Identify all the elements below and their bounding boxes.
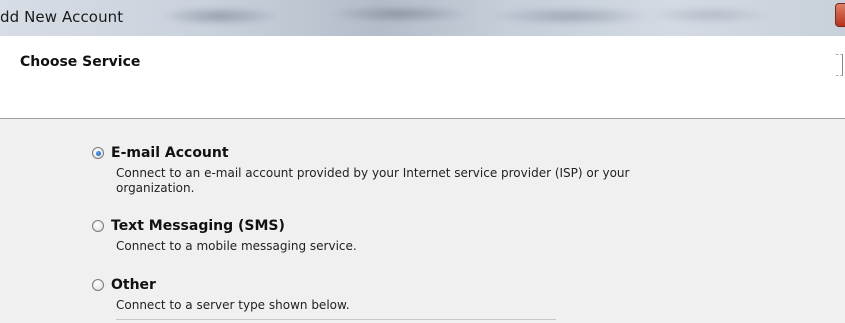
option-label-text-messaging[interactable]: Text Messaging (SMS) [111,218,285,234]
title-bar: dd New Account [0,0,845,36]
radio-unselected-icon[interactable] [92,279,104,291]
dialog-header: Choose Service [0,36,845,119]
option-description-other: Connect to a server type shown below. [116,298,350,312]
option-text-messaging[interactable]: Text Messaging (SMS) Connect to a mobile… [92,218,676,254]
radio-selected-icon[interactable] [92,147,104,159]
page-title: Choose Service [20,54,141,70]
option-description-text-messaging: Connect to a mobile messaging service. [116,239,357,253]
resize-grip-icon [836,54,843,76]
title-bar-blur [150,4,840,30]
option-label-other[interactable]: Other [111,277,156,293]
server-type-list-edge [116,319,556,320]
option-label-email-account[interactable]: E-mail Account [111,145,229,161]
option-email-account[interactable]: E-mail Account Connect to an e-mail acco… [92,145,661,196]
window-title: dd New Account [0,8,124,26]
radio-unselected-icon[interactable] [92,220,104,232]
options-panel: E-mail Account Connect to an e-mail acco… [0,119,845,323]
option-other[interactable]: Other Connect to a server type shown bel… [92,277,676,313]
close-button[interactable] [835,3,845,27]
option-description-email-account: Connect to an e-mail account provided by… [116,166,630,195]
